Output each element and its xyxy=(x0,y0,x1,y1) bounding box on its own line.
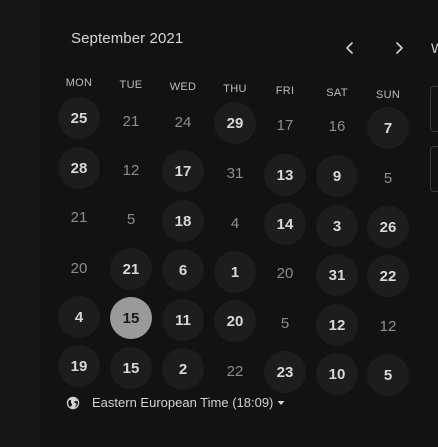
unavailable-day: 21 xyxy=(70,208,88,226)
available-day-button[interactable]: 4 xyxy=(58,296,100,338)
available-day-button[interactable]: 14 xyxy=(264,203,306,245)
available-day-button[interactable]: 25 xyxy=(58,97,100,139)
available-day-button[interactable]: 28 xyxy=(58,147,100,189)
available-day-button[interactable]: 23 xyxy=(264,351,306,393)
unavailable-day: 5 xyxy=(383,169,393,187)
available-day-button[interactable]: 29 xyxy=(214,102,256,144)
available-day-button[interactable]: 6 xyxy=(162,249,204,291)
unavailable-day: 12 xyxy=(379,317,397,335)
caret-down-icon xyxy=(277,400,285,406)
globe-icon xyxy=(66,396,80,410)
available-day-button[interactable]: 17 xyxy=(162,150,204,192)
available-day-button[interactable]: 11 xyxy=(162,299,204,341)
available-day-button[interactable]: 10 xyxy=(316,353,358,395)
unavailable-day: 20 xyxy=(276,264,294,282)
unavailable-day: 22 xyxy=(226,362,244,380)
timezone-label: Eastern European Time (18:09) xyxy=(92,395,274,410)
unavailable-day: 5 xyxy=(126,210,136,228)
time-slot-button[interactable] xyxy=(430,146,438,192)
available-day-button[interactable]: 21 xyxy=(110,248,152,290)
chevron-right-icon xyxy=(396,42,403,54)
available-day-button[interactable]: 12 xyxy=(316,304,358,346)
chevron-left-icon xyxy=(346,42,353,54)
time-slots-heading: W xyxy=(431,40,438,56)
timezone-selector[interactable]: Eastern European Time (18:09) xyxy=(66,395,285,410)
weekday-label-tue: TUE xyxy=(119,79,143,91)
previous-month-button[interactable] xyxy=(338,36,362,60)
unavailable-day: 4 xyxy=(230,214,240,232)
weekday-label-sat: SAT xyxy=(326,87,348,99)
unavailable-day: 20 xyxy=(70,259,88,277)
weekday-label-fri: FRI xyxy=(275,85,295,97)
available-day-button[interactable]: 22 xyxy=(367,255,409,297)
unavailable-day: 12 xyxy=(122,161,140,179)
unavailable-day: 16 xyxy=(328,117,346,135)
available-day-button[interactable]: 15 xyxy=(110,347,152,389)
weekday-label-wed: WED xyxy=(169,81,197,93)
available-day-button[interactable]: 2 xyxy=(162,348,204,390)
time-slot-button[interactable] xyxy=(430,86,438,132)
available-day-button[interactable]: 1 xyxy=(214,251,256,293)
selected-day-button[interactable]: 15 xyxy=(110,297,152,339)
available-day-button[interactable]: 26 xyxy=(367,206,409,248)
month-title: September 2021 xyxy=(71,30,184,47)
available-day-button[interactable]: 13 xyxy=(264,154,306,196)
unavailable-day: 21 xyxy=(122,112,140,130)
available-day-button[interactable]: 19 xyxy=(58,345,100,387)
unavailable-day: 31 xyxy=(226,164,244,182)
available-day-button[interactable]: 31 xyxy=(316,254,358,296)
unavailable-day: 24 xyxy=(174,113,192,131)
weekday-label-thu: THU xyxy=(223,83,247,95)
available-day-button[interactable]: 5 xyxy=(367,354,409,396)
available-day-button[interactable]: 9 xyxy=(316,155,358,197)
available-day-button[interactable]: 18 xyxy=(162,200,204,242)
left-sidebar-edge xyxy=(0,0,40,447)
available-day-button[interactable]: 7 xyxy=(367,107,409,149)
weekday-label-sun: SUN xyxy=(375,89,401,101)
weekday-label-mon: MON xyxy=(65,77,93,89)
available-day-button[interactable]: 3 xyxy=(316,205,358,247)
unavailable-day: 5 xyxy=(280,314,290,332)
available-day-button[interactable]: 20 xyxy=(214,300,256,342)
unavailable-day: 17 xyxy=(276,116,294,134)
next-month-button[interactable] xyxy=(387,36,411,60)
